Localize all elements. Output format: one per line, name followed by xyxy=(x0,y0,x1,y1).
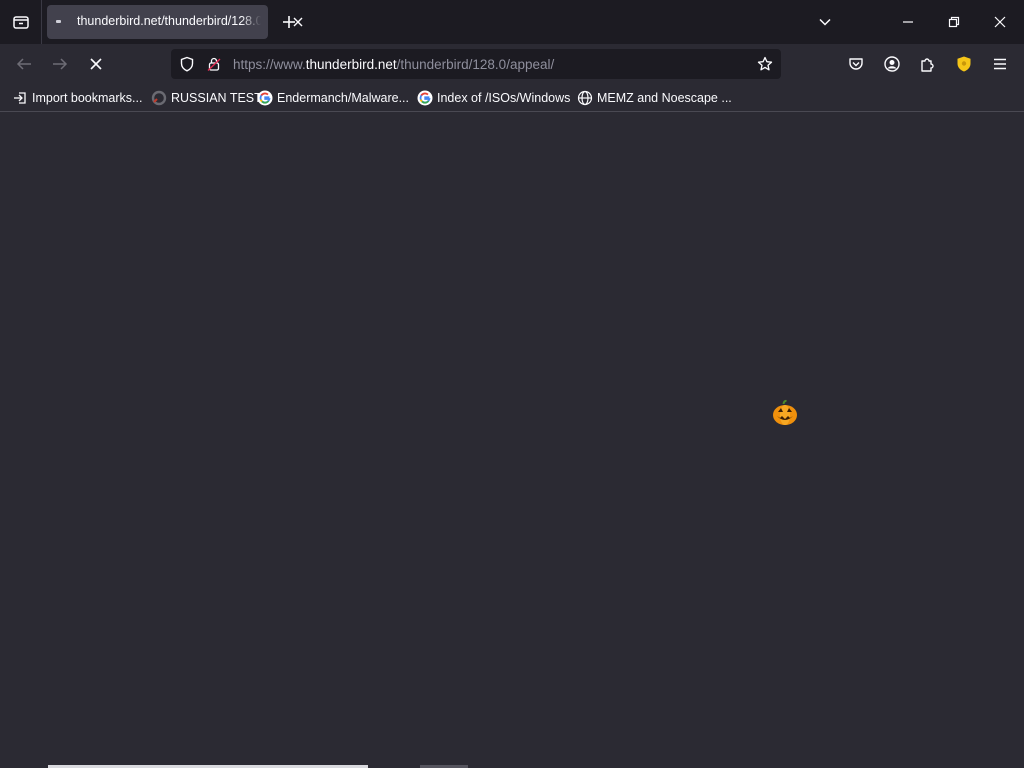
extensions-puzzle-icon[interactable] xyxy=(919,55,937,73)
new-tab-icon[interactable] xyxy=(280,13,298,31)
bookmark-label: Endermanch/Malware... xyxy=(277,91,410,105)
menu-hamburger-icon[interactable] xyxy=(991,55,1009,73)
stop-loading-icon[interactable] xyxy=(87,55,105,73)
loading-favicon-icon xyxy=(56,20,61,23)
import-icon xyxy=(14,92,26,104)
tracking-protection-shield-icon[interactable] xyxy=(179,56,195,72)
url-prefix: https://www. xyxy=(233,57,306,72)
bookmarks-toolbar: Import bookmarks... RUSSIAN TEST Enderma… xyxy=(0,84,1024,112)
url-path: /thunderbird/128.0/appeal/ xyxy=(396,57,555,72)
bookmark-label: Index of /ISOs/Windows xyxy=(437,91,571,105)
tab-overview-icon xyxy=(12,16,29,29)
bookmark-label: Import bookmarks... xyxy=(32,91,143,105)
chevron-down-icon[interactable] xyxy=(817,14,833,30)
url-host: thunderbird.net xyxy=(305,57,397,72)
tab-overview-button[interactable] xyxy=(0,0,42,44)
bookmark-star-icon[interactable] xyxy=(757,56,773,72)
url-bar[interactable]: https://www.thunderbird.net/thunderbird/… xyxy=(171,49,781,79)
site-favicon-icon xyxy=(151,90,167,106)
bookmark-import[interactable]: Import bookmarks... xyxy=(12,90,142,106)
google-favicon-icon xyxy=(257,90,273,106)
bookmark-label: MEMZ and Noescape ... xyxy=(597,91,732,105)
page-content xyxy=(0,113,1024,768)
bookmark-isos-windows[interactable]: Index of /ISOs/Windows xyxy=(417,90,570,106)
bookmark-label: RUSSIAN TEST xyxy=(171,91,262,105)
bookmark-memz[interactable]: MEMZ and Noescape ... xyxy=(577,90,732,106)
google-favicon-icon xyxy=(417,90,433,106)
globe-icon xyxy=(577,90,593,106)
navigation-toolbar: https://www.thunderbird.net/thunderbird/… xyxy=(0,44,1024,84)
bookmark-endermanch[interactable]: Endermanch/Malware... xyxy=(257,90,409,106)
restore-icon[interactable] xyxy=(946,14,962,30)
tab-active[interactable]: thunderbird.net/thunderbird/128.0/appeal… xyxy=(47,5,303,39)
pocket-icon[interactable] xyxy=(847,55,865,73)
tab-title: thunderbird.net/thunderbird/128.0/appeal… xyxy=(77,14,261,28)
back-arrow-icon[interactable] xyxy=(15,55,33,73)
shield-extension-icon[interactable] xyxy=(955,55,973,73)
forward-arrow-icon[interactable] xyxy=(51,55,69,73)
close-window-icon[interactable] xyxy=(992,14,1008,30)
tab-strip: thunderbird.net/thunderbird/128.0/appeal… xyxy=(0,0,1024,44)
account-icon[interactable] xyxy=(883,55,901,73)
minimize-icon[interactable] xyxy=(900,14,916,30)
url-text[interactable]: https://www.thunderbird.net/thunderbird/… xyxy=(233,57,554,72)
insecure-lock-icon[interactable] xyxy=(206,56,222,72)
bookmark-russian-test[interactable]: RUSSIAN TEST xyxy=(151,90,262,106)
pumpkin-face-icon xyxy=(773,399,797,425)
